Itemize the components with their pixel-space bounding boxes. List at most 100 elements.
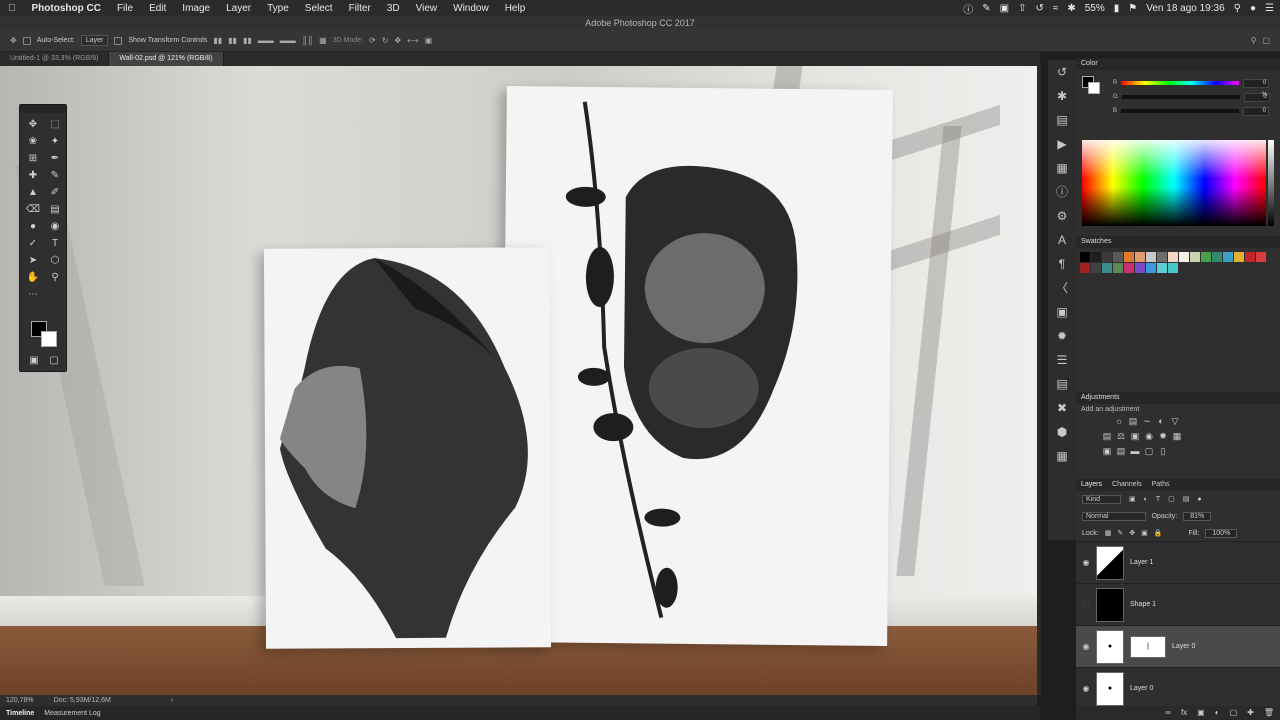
color-swatch[interactable] xyxy=(1168,252,1178,262)
3d-panel-icon[interactable]: ⬢ xyxy=(1048,420,1076,444)
color-swatch[interactable] xyxy=(1157,263,1167,273)
histogram-icon[interactable]: ▦ xyxy=(1048,156,1076,180)
color-swatch[interactable] xyxy=(1080,252,1090,262)
search-icon[interactable]: ⚲ xyxy=(1251,36,1257,45)
opacity-field[interactable]: 81% xyxy=(1183,511,1212,521)
color-swatch[interactable] xyxy=(1146,252,1156,262)
color-swatch[interactable] xyxy=(1212,252,1222,262)
brightness-icon[interactable]: ☼ xyxy=(1113,416,1125,426)
link-layers-icon[interactable]: ∞ xyxy=(1165,706,1171,720)
color-swatch[interactable] xyxy=(1135,263,1145,273)
brush-settings-icon[interactable]: ✱ xyxy=(1048,84,1076,108)
marquee-tool-icon[interactable]: ⬚ xyxy=(47,117,63,132)
levels-icon[interactable]: ▤ xyxy=(1048,108,1076,132)
history-panel-icon[interactable]: ↺ xyxy=(1048,60,1076,84)
flag-icon[interactable]: ⚑ xyxy=(1128,3,1137,14)
layer-name[interactable]: Layer 1 xyxy=(1130,559,1153,566)
slide-3d-icon[interactable]: ⟷ xyxy=(407,36,418,45)
bluetooth-icon[interactable]: ✱ xyxy=(1067,3,1075,14)
color-swatch[interactable] xyxy=(1245,252,1255,262)
image-icon[interactable]: ▣ xyxy=(1000,3,1009,14)
menu-edit[interactable]: Edit xyxy=(141,3,174,14)
color-swatch[interactable] xyxy=(1168,263,1178,273)
color-swatch[interactable] xyxy=(1102,263,1112,273)
transform-checkbox[interactable] xyxy=(114,36,123,45)
color-spectrum[interactable] xyxy=(1082,140,1266,226)
notes-icon[interactable]: ☰ xyxy=(1048,348,1076,372)
layer-name[interactable]: Layer 0 xyxy=(1172,643,1195,650)
tab-untitled[interactable]: Untitled-1 @ 33,3% (RGB/8) xyxy=(0,52,110,66)
layer-row-layer-0-masked[interactable]: ◉ ● | Layer 0 xyxy=(1076,625,1280,667)
canvas-scrollbar[interactable] xyxy=(1037,66,1041,695)
move-tool-icon[interactable]: ✥ xyxy=(10,36,17,45)
workspace-icon[interactable]: ▢ xyxy=(1262,36,1280,45)
lock-pixels-icon[interactable]: ✎ xyxy=(1117,529,1123,537)
info-icon[interactable]: ⓘ xyxy=(963,1,973,16)
wifi-icon[interactable]: ≈ xyxy=(1053,3,1059,14)
background-color-swatch[interactable] xyxy=(41,331,57,347)
brush-tool-icon[interactable]: ✎ xyxy=(47,168,63,183)
threshold-icon[interactable]: ▬ xyxy=(1129,446,1141,456)
fx-icon[interactable]: fx xyxy=(1181,706,1187,720)
color-swatch[interactable] xyxy=(1080,263,1090,273)
properties-icon[interactable]: ⚙ xyxy=(1048,204,1076,228)
screen-mode-icon[interactable]: ▢ xyxy=(46,353,62,368)
healing-brush-icon[interactable]: ✚ xyxy=(25,168,41,183)
move-tool-icon[interactable]: ✥ xyxy=(25,117,41,132)
menu-filter[interactable]: Filter xyxy=(341,3,379,14)
tab-paths[interactable]: Paths xyxy=(1152,479,1170,491)
grayscale-ramp[interactable] xyxy=(1268,140,1274,226)
menu-list-icon[interactable]: ☰ xyxy=(1265,3,1274,14)
color-swatch[interactable] xyxy=(1102,252,1112,262)
eye-icon[interactable]: □ xyxy=(1076,600,1096,609)
eraser-tool-icon[interactable]: ⌫ xyxy=(25,202,41,217)
add-mask-icon[interactable]: ▣ xyxy=(1197,706,1205,720)
zoom-tool-icon[interactable]: ⚲ xyxy=(47,270,63,285)
distribute-icon[interactable]: ▬▬ xyxy=(280,36,296,45)
eye-icon[interactable]: ◉ xyxy=(1076,642,1096,651)
zoom-level[interactable]: 120,78% xyxy=(6,697,34,704)
pen-tool-icon[interactable]: ✓ xyxy=(25,236,41,251)
apple-icon[interactable]:  xyxy=(0,3,24,14)
more-tools-icon[interactable]: ⋯ xyxy=(25,287,41,302)
tab-wall-02[interactable]: Wall-02.psd @ 121% (RGB/8) xyxy=(109,52,224,66)
menu-layer[interactable]: Layer xyxy=(218,3,259,14)
color-swatch[interactable] xyxy=(1201,252,1211,262)
tab-channels[interactable]: Channels xyxy=(1112,479,1142,491)
auto-select-checkbox[interactable] xyxy=(22,36,31,45)
layer-row-shape-1[interactable]: □ Shape 1 xyxy=(1076,583,1280,625)
color-swatch[interactable] xyxy=(1091,263,1101,273)
eye-icon[interactable]: ◉ xyxy=(1076,558,1096,567)
photo-filter-icon[interactable]: ◉ xyxy=(1143,431,1155,441)
glyphs-icon[interactable]: ▣ xyxy=(1048,300,1076,324)
battery-icon[interactable]: ▮ xyxy=(1114,3,1120,14)
color-swatch[interactable] xyxy=(1146,263,1156,273)
exposure-icon[interactable]: ◐ xyxy=(1155,416,1167,426)
menu-image[interactable]: Image xyxy=(174,3,218,14)
kind-filter-dropdown[interactable]: Kind xyxy=(1082,494,1122,504)
actions-play-icon[interactable]: ▶ xyxy=(1048,132,1076,156)
color-swatch[interactable] xyxy=(1234,252,1244,262)
color-panel-title[interactable]: Color xyxy=(1076,58,1280,70)
tab-timeline[interactable]: Timeline xyxy=(6,710,34,717)
red-value[interactable]: 0 xyxy=(1243,78,1270,88)
tab-measurement-log[interactable]: Measurement Log xyxy=(44,710,100,717)
color-swatch[interactable] xyxy=(1124,263,1134,273)
lasso-tool-icon[interactable]: ❀ xyxy=(25,134,41,149)
menu-select[interactable]: Select xyxy=(297,3,341,14)
channel-mixer-icon[interactable]: ✹ xyxy=(1157,431,1169,441)
color-swatch[interactable] xyxy=(1135,252,1145,262)
eyedropper-icon[interactable]: ✒ xyxy=(47,151,63,166)
roll-3d-icon[interactable]: ↻ xyxy=(382,36,389,45)
filter-shape-icon[interactable]: ▢ xyxy=(1168,495,1175,503)
eye-icon[interactable]: ◉ xyxy=(1076,684,1096,693)
filter-smart-icon[interactable]: ▤ xyxy=(1183,495,1190,503)
clone-source-icon[interactable]: ▦ xyxy=(1048,444,1076,468)
align-top-icon[interactable]: ▮▮ xyxy=(213,36,222,45)
delete-layer-icon[interactable]: 🗑 xyxy=(1264,706,1274,720)
pen-icon[interactable]: ✎ xyxy=(982,3,990,14)
curves-icon[interactable]: ∼ xyxy=(1141,416,1153,426)
drag-3d-icon[interactable]: ✥ xyxy=(394,36,401,45)
adjustments-panel-title[interactable]: Adjustments xyxy=(1076,392,1280,404)
fill-field[interactable]: 100% xyxy=(1205,528,1238,538)
